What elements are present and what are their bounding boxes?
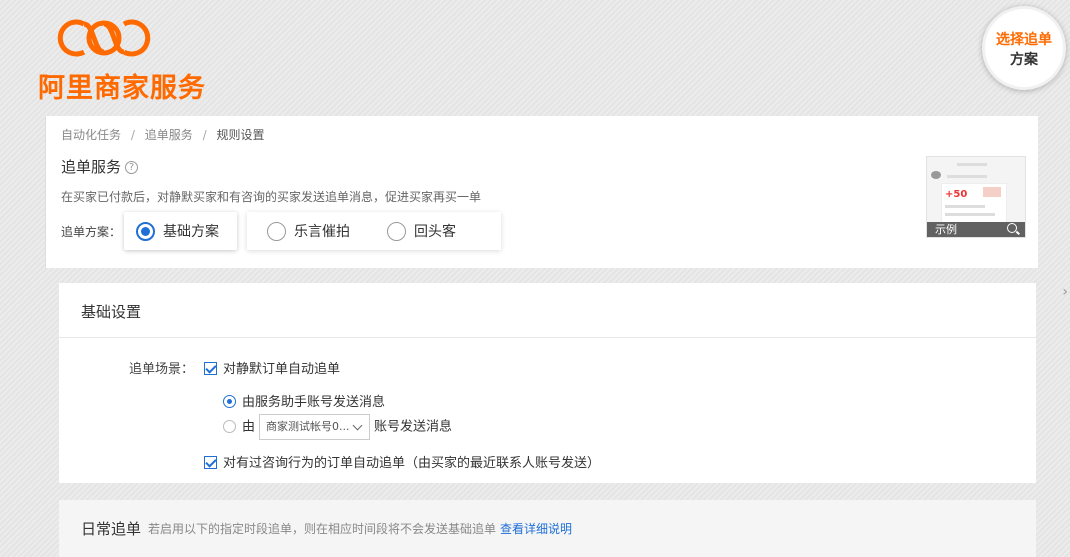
breadcrumb-separator: / [202,128,207,142]
daily-description-text: 若启用以下的指定时段追单，则在相应时间段将不会发送基础追单 [148,522,497,536]
checkbox-checked-icon [204,362,217,375]
example-preview[interactable]: +50 示例 [926,156,1026,238]
preview-button [983,187,1001,197]
chevron-down-icon [352,420,363,431]
question-circle-icon[interactable]: ? [125,161,139,174]
plan-option-label: 回头客 [414,224,456,240]
scene-label: 追单场景： [129,362,195,377]
radio-prefix: 由 [242,419,256,435]
plan-option-label: 基础方案 [163,224,219,240]
brand-name: 阿里商家服务 [38,73,206,104]
brand-mark-icon [57,19,151,57]
plan-badge: 选择追单 方案 [982,6,1066,90]
checkbox-label: 对静默订单自动追单 [223,362,341,377]
badge-line2: 方案 [1010,52,1038,68]
plan-option-leyan[interactable]: 乐言催拍 [255,212,350,250]
plan-label: 追单方案： [61,225,122,239]
radio-label: 由服务助手账号发送消息 [242,395,386,410]
preview-line [945,205,985,208]
example-bar: 示例 [927,222,1025,237]
basic-settings-title: 基础设置 [59,283,1036,338]
daily-followup-panel: 日常追单 若启用以下的指定时段追单，则在相应时间段将不会发送基础追单 查看详细说明 [59,500,1036,557]
breadcrumb-item-automation[interactable]: 自动化任务 [61,128,121,142]
zoom-icon[interactable] [1007,223,1017,233]
chevron-right-icon[interactable]: › [1062,284,1068,300]
plan-option-label: 乐言催拍 [294,224,350,240]
breadcrumb-item-service[interactable]: 追单服务 [145,128,193,142]
preview-line [945,213,995,216]
daily-title: 日常追单 [81,520,142,538]
plan-option-basic[interactable]: 基础方案 [124,212,237,250]
plan-option-returning[interactable]: 回头客 [375,212,456,250]
radio-unselected-icon [223,419,236,433]
page-title-text: 追单服务 [61,158,122,176]
preview-line [957,163,987,166]
account-select-value: 商家测试帐号0... [266,420,350,433]
radio-suffix: 账号发送消息 [374,419,453,435]
page-title: 追单服务? [61,156,139,177]
plan-option-group: 乐言催拍 回头客 [247,212,501,250]
preview-avatar [931,171,941,179]
radio-selected-icon [223,395,236,408]
badge-line1: 选择追单 [996,32,1052,48]
preview-line [947,175,987,178]
radio-selected-icon [136,221,155,241]
details-link[interactable]: 查看详细说明 [500,522,572,536]
send-by-account-radio[interactable]: 由商家测试帐号0... 账号发送消息 [223,414,452,440]
breadcrumb-item-rules: 规则设置 [216,128,265,142]
preview-price: +50 [945,189,968,200]
consult-order-checkbox[interactable]: 对有过咨询行为的订单自动追单（由买家的最近联系人账号发送） [204,452,600,471]
radio-unselected-icon [267,221,286,241]
breadcrumb-separator: / [130,128,135,142]
checkbox-checked-icon [204,456,217,469]
send-by-assistant-radio[interactable]: 由服务助手账号发送消息 [223,391,385,410]
account-select[interactable]: 商家测试帐号0... [259,414,371,440]
example-label: 示例 [935,223,957,236]
checkbox-label: 对有过咨询行为的订单自动追单（由买家的最近联系人账号发送） [223,456,601,471]
brand-logo: 阿里商家服务 [38,12,205,104]
daily-description: 若启用以下的指定时段追单，则在相应时间段将不会发送基础追单 查看详细说明 [148,520,572,537]
service-description: 在买家已付款后，对静默买家和有咨询的买家发送追单消息，促进买家再买一单 [61,190,482,204]
breadcrumb: 自动化任务 / 追单服务 / 规则设置 [61,126,264,143]
radio-unselected-icon [387,221,406,241]
service-panel: 自动化任务 / 追单服务 / 规则设置 追单服务? 在买家已付款后，对静默买家和… [45,116,1038,268]
basic-settings-panel: 基础设置 追单场景： 对静默订单自动追单 由服务助手账号发送消息 由商家测试帐号… [59,283,1036,483]
silent-order-checkbox[interactable]: 对静默订单自动追单 [204,358,340,377]
